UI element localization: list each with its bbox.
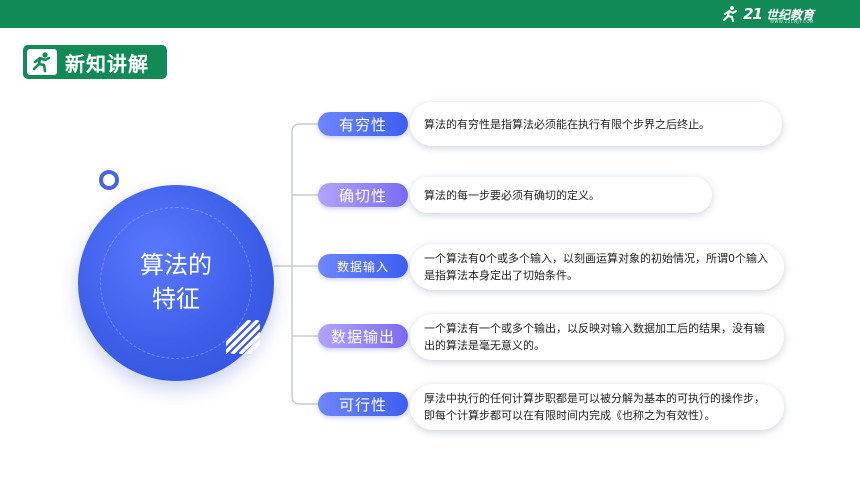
feature-desc-input: 一个算法有0个或多个输入，以刻画运算对象的初始情况，所谓0个输入是指算法本身定出… xyxy=(410,244,784,290)
center-title-line2: 特征 xyxy=(152,285,200,313)
feature-desc-feasibility: 厚法中执行的任何计算步职都是可以被分解为基本的可执行的操作步，即每个计算步都可以… xyxy=(410,384,784,430)
feature-desc-finiteness: 算法的有穷性是指算法必须能在执行有限个步界之后终止。 xyxy=(410,102,782,146)
feature-desc-output: 一个算法有一个或多个输出，以反映对输入数据加工后的结果，没有输出的算法是毫无意义… xyxy=(410,314,784,360)
feature-label-definiteness: 确切性 xyxy=(318,183,408,207)
center-title-line1: 算法的 xyxy=(140,251,212,279)
feature-desc-definiteness: 算法的每一步要必须有确切的定义。 xyxy=(410,177,712,213)
feature-label-finiteness: 有穷性 xyxy=(318,112,408,136)
feature-label-input: 数据输入 xyxy=(318,254,408,278)
center-title: 算法的 特征 xyxy=(78,248,274,316)
feature-label-output: 数据输出 xyxy=(318,324,408,348)
feature-label-feasibility: 可行性 xyxy=(318,392,408,416)
stripe-decor xyxy=(226,320,260,354)
decor-ring xyxy=(99,170,119,190)
